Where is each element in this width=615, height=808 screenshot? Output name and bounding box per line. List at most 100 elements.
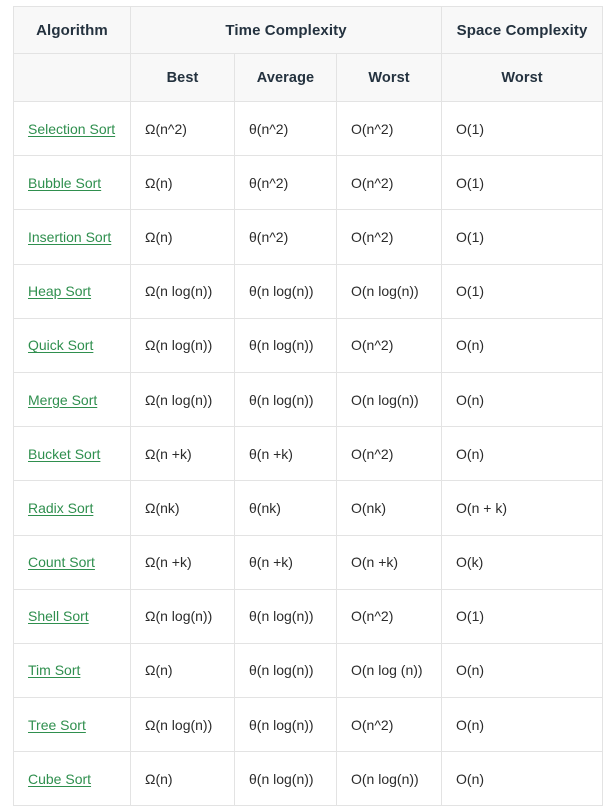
average-complexity-cell: θ(n log(n)) [234,642,337,699]
worst-complexity-cell: O(n^2) [335,317,443,373]
space-complexity-cell: O(k) [441,534,604,590]
algorithm-link[interactable]: Selection Sort [28,121,115,137]
algorithm-link[interactable]: Cube Sort [28,771,91,787]
worst-complexity-cell: O(n^2) [335,100,443,157]
table-header: Algorithm Time Complexity Space Complexi… [13,6,604,102]
table-row: Radix Sort Ω(nk) θ(nk) O(nk) O(n + k) [13,480,604,536]
space-complexity-cell: O(1) [441,588,604,644]
best-complexity-cell: Ω(n log(n)) [130,263,235,319]
worst-complexity-cell: O(nk) [335,480,443,536]
algorithm-link[interactable]: Quick Sort [28,337,93,353]
best-complexity-cell: Ω(nk) [130,480,235,536]
table-row: Cube Sort Ω(n) θ(n log(n)) O(n log(n)) O(n) [13,751,604,807]
algorithm-cell: Shell Sort [13,588,131,644]
space-complexity-cell: O(1) [441,263,604,319]
best-complexity-cell: Ω(n log(n)) [130,588,235,644]
best-complexity-cell: Ω(n log(n)) [130,697,235,753]
algorithm-link[interactable]: Bubble Sort [28,175,101,191]
header-space-worst: Worst [441,53,604,102]
best-complexity-cell: Ω(n +k) [130,534,235,590]
algorithm-cell: Tree Sort [13,697,131,753]
space-complexity-cell: O(1) [441,100,604,157]
table-row: Tim Sort Ω(n) θ(n log(n)) O(n log (n)) O(n) [13,642,604,699]
table-row: Count Sort Ω(n +k) θ(n +k) O(n +k) O(k) [13,534,604,590]
table-row: Merge Sort Ω(n log(n)) θ(n log(n)) O(n log(… [13,371,604,428]
algorithm-cell: Tim Sort [13,642,131,699]
algorithm-cell: Bubble Sort [13,155,131,211]
average-complexity-cell: θ(n +k) [234,426,337,482]
header-row-subcolumns: Best Average Worst Worst [13,53,604,102]
worst-complexity-cell: O(n log (n)) [335,642,443,699]
average-complexity-cell: θ(nk) [234,480,337,536]
space-complexity-cell: O(n) [441,426,604,482]
algorithm-link[interactable]: Tim Sort [28,662,80,678]
average-complexity-cell: θ(n log(n)) [234,697,337,753]
best-complexity-cell: Ω(n) [130,751,235,807]
table-row: Shell Sort Ω(n log(n)) θ(n log(n)) O(n^2) O(… [13,588,604,644]
worst-complexity-cell: O(n log(n)) [335,371,443,428]
algorithm-link[interactable]: Heap Sort [28,283,91,299]
page-root: Algorithm Time Complexity Space Complexi… [0,0,615,808]
average-complexity-cell: θ(n log(n)) [234,751,337,807]
algorithm-link[interactable]: Radix Sort [28,500,93,516]
space-complexity-cell: O(n) [441,317,604,373]
algorithm-cell: Radix Sort [13,480,131,536]
header-average: Average [234,53,337,102]
best-complexity-cell: Ω(n log(n)) [130,371,235,428]
algorithm-cell: Count Sort [13,534,131,590]
header-spacer [13,53,131,102]
table-row: Bucket Sort Ω(n +k) θ(n +k) O(n^2) O(n) [13,426,604,482]
table-row: Insertion Sort Ω(n) θ(n^2) O(n^2) O(1) [13,209,604,265]
worst-complexity-cell: O(n^2) [335,426,443,482]
table-row: Bubble Sort Ω(n) θ(n^2) O(n^2) O(1) [13,155,604,211]
average-complexity-cell: θ(n^2) [234,209,337,265]
header-time-complexity: Time Complexity [129,6,443,54]
algorithm-cell: Heap Sort [13,263,131,319]
header-best: Best [130,53,235,102]
space-complexity-cell: O(n) [441,697,604,753]
worst-complexity-cell: O(n^2) [335,588,443,644]
space-complexity-cell: O(n) [441,751,604,807]
worst-complexity-cell: O(n +k) [335,534,443,590]
worst-complexity-cell: O(n log(n)) [335,751,443,807]
algorithm-link[interactable]: Bucket Sort [28,446,100,462]
average-complexity-cell: θ(n +k) [234,534,337,590]
table-row: Heap Sort Ω(n log(n)) θ(n log(n)) O(n log(n… [13,263,604,319]
worst-complexity-cell: O(n^2) [335,697,443,753]
header-algorithm: Algorithm [13,6,131,54]
best-complexity-cell: Ω(n) [130,155,235,211]
best-complexity-cell: Ω(n^2) [130,100,235,157]
space-complexity-cell: O(1) [441,209,604,265]
header-worst: Worst [335,53,443,102]
algorithm-cell: Quick Sort [13,317,131,373]
average-complexity-cell: θ(n^2) [234,155,337,211]
algorithm-cell: Insertion Sort [13,209,131,265]
table-row: Quick Sort Ω(n log(n)) θ(n log(n)) O(n^2) O(… [13,317,604,373]
header-space-complexity: Space Complexity [441,6,604,54]
worst-complexity-cell: O(n log(n)) [335,263,443,319]
space-complexity-cell: O(1) [441,155,604,211]
table-body: Selection Sort Ω(n^2) θ(n^2) O(n^2) O(1) Bubb… [13,100,604,807]
average-complexity-cell: θ(n log(n)) [234,317,337,373]
average-complexity-cell: θ(n log(n)) [234,588,337,644]
table-row: Tree Sort Ω(n log(n)) θ(n log(n)) O(n^2) O(n… [13,697,604,753]
worst-complexity-cell: O(n^2) [335,155,443,211]
algorithm-cell: Cube Sort [13,751,131,807]
algorithm-link[interactable]: Count Sort [28,554,95,570]
algorithm-link[interactable]: Shell Sort [28,608,89,624]
average-complexity-cell: θ(n log(n)) [234,371,337,428]
best-complexity-cell: Ω(n) [130,209,235,265]
header-row-groups: Algorithm Time Complexity Space Complexi… [13,6,604,54]
algorithm-link[interactable]: Insertion Sort [28,229,111,245]
algorithm-cell: Selection Sort [13,100,131,157]
algorithm-link[interactable]: Tree Sort [28,717,86,733]
algorithm-cell: Merge Sort [13,371,131,428]
algorithm-cell: Bucket Sort [13,426,131,482]
space-complexity-cell: O(n) [441,371,604,428]
best-complexity-cell: Ω(n log(n)) [130,317,235,373]
sorting-complexity-table: Algorithm Time Complexity Space Complexi… [13,6,604,807]
average-complexity-cell: θ(n log(n)) [234,263,337,319]
space-complexity-cell: O(n) [441,642,604,699]
algorithm-link[interactable]: Merge Sort [28,392,97,408]
table-row: Selection Sort Ω(n^2) θ(n^2) O(n^2) O(1) [13,100,604,157]
